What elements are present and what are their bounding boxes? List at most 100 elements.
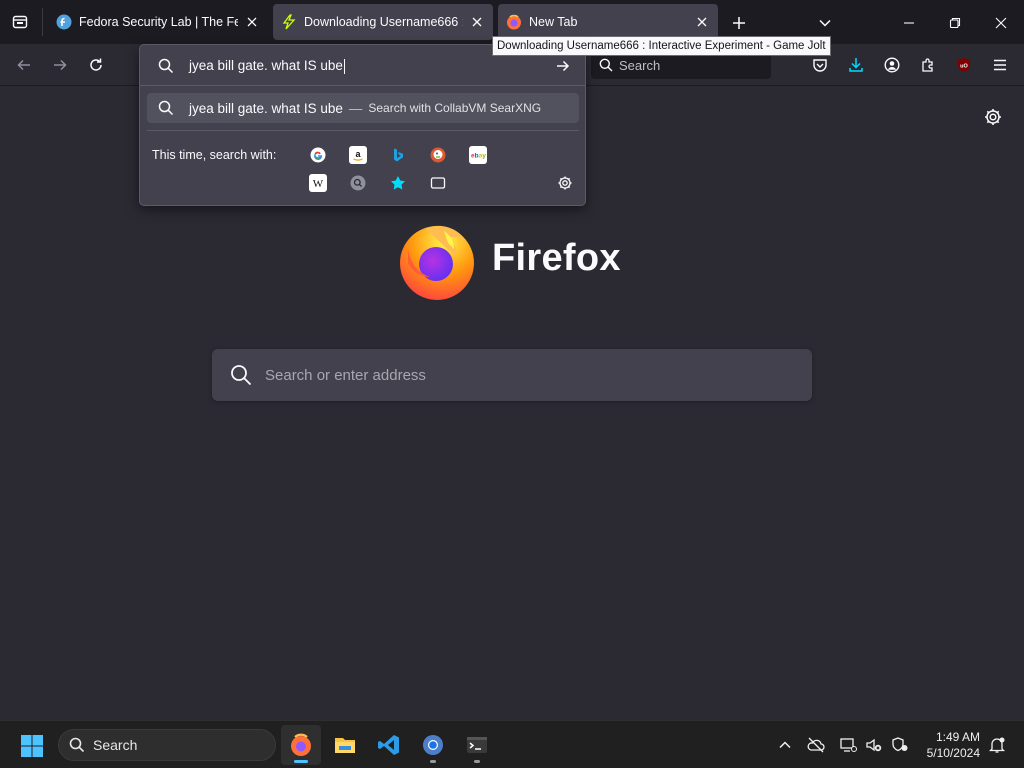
- tab-title: Downloading Username666 : In: [304, 15, 463, 29]
- reload-icon: [90, 58, 102, 71]
- restore-button[interactable]: [944, 12, 966, 34]
- svg-text:uO: uO: [960, 64, 968, 70]
- running-indicator: [294, 760, 308, 763]
- engine-google-button[interactable]: [309, 146, 327, 164]
- taskbar-search-label: Search: [93, 737, 138, 753]
- pocket-icon: [813, 59, 827, 72]
- close-window-button[interactable]: [990, 12, 1012, 34]
- back-arrow-icon: [17, 59, 30, 71]
- pocket-button[interactable]: [808, 53, 832, 77]
- taskbar-search-box[interactable]: Search: [58, 729, 276, 761]
- firefox-view-icon: [12, 15, 28, 29]
- chevron-up-icon: [779, 741, 791, 749]
- forward-button[interactable]: [48, 53, 72, 77]
- extensions-button[interactable]: [916, 53, 940, 77]
- gear-icon[interactable]: [983, 107, 1003, 127]
- account-icon: [884, 57, 900, 73]
- close-tab-icon[interactable]: [694, 14, 710, 30]
- divider: [140, 85, 585, 86]
- shield-icon: [892, 737, 908, 752]
- running-indicator: [430, 760, 436, 763]
- tab-separator: [42, 8, 43, 36]
- engine-searxng-button[interactable]: [349, 174, 367, 192]
- newtab-search-placeholder: Search or enter address: [265, 366, 426, 384]
- engine-duckduckgo-button[interactable]: [429, 146, 447, 164]
- download-icon: [849, 58, 863, 72]
- account-button[interactable]: [880, 53, 904, 77]
- suggestion-action: Search with CollabVM SearXNG: [368, 101, 542, 115]
- ublock-origin-button[interactable]: uO: [952, 53, 976, 77]
- divider: [147, 130, 579, 131]
- search-icon: [69, 737, 85, 753]
- close-icon: [995, 17, 1007, 29]
- svg-text:W: W: [313, 178, 324, 190]
- network-tray-icon[interactable]: [838, 735, 858, 755]
- tab-fedora[interactable]: Fedora Security Lab | The Fedora: [48, 4, 268, 40]
- newtab-search-box[interactable]: Search or enter address: [212, 349, 812, 401]
- list-all-tabs-button[interactable]: [814, 12, 836, 34]
- tab-new-tab[interactable]: New Tab: [498, 4, 718, 40]
- firefox-wordmark: Firefox: [492, 237, 621, 279]
- close-tab-icon[interactable]: [469, 14, 485, 30]
- windows-taskbar: Search 1:49 AM 5/10/2024: [0, 720, 1024, 768]
- minimize-button[interactable]: [898, 12, 920, 34]
- urlbar-dropdown: jyea bill gate. what IS ube jyea bill ga…: [139, 44, 586, 206]
- close-tab-icon[interactable]: [244, 14, 260, 30]
- volume-tray-icon[interactable]: [864, 735, 884, 755]
- search-bookmarks-button[interactable]: [389, 174, 407, 192]
- terminal-icon: [467, 737, 487, 753]
- toolbar-search-placeholder: Search: [619, 57, 661, 73]
- google-icon: [310, 147, 326, 163]
- minimize-icon: [904, 22, 914, 24]
- windows-start-icon[interactable]: [20, 734, 44, 758]
- go-button[interactable]: [554, 57, 572, 75]
- onedrive-tray-icon[interactable]: [806, 735, 826, 755]
- engine-amazon-button[interactable]: a: [349, 146, 367, 164]
- taskbar-vscode[interactable]: [369, 725, 409, 765]
- running-indicator: [474, 760, 480, 763]
- gear-icon: [558, 176, 572, 190]
- taskbar-firefox[interactable]: [281, 725, 321, 765]
- chevron-down-icon: [819, 19, 831, 27]
- app-menu-button[interactable]: [988, 53, 1012, 77]
- reload-button[interactable]: [84, 53, 108, 77]
- engine-wikipedia-button[interactable]: W: [309, 174, 327, 192]
- notifications-button[interactable]: [987, 735, 1007, 755]
- chrome-icon: [423, 735, 443, 755]
- engine-bing-button[interactable]: [389, 146, 407, 164]
- duckduckgo-icon: [430, 147, 446, 163]
- wikipedia-icon: W: [313, 178, 324, 190]
- firefox-icon: [507, 14, 521, 30]
- forward-arrow-icon: [54, 59, 67, 71]
- ebay-icon: ebay: [471, 153, 486, 160]
- search-tabs-button[interactable]: [429, 174, 447, 192]
- system-clock[interactable]: 1:49 AM 5/10/2024: [918, 729, 980, 761]
- notification-bell-icon: [988, 737, 1006, 753]
- arrow-right-icon: [557, 60, 570, 72]
- search-settings-button[interactable]: [556, 174, 574, 192]
- text-caret: [343, 58, 345, 74]
- new-tab-button[interactable]: [728, 12, 750, 34]
- taskbar-chrome[interactable]: [413, 725, 453, 765]
- tab-gamejolt[interactable]: Downloading Username666 : In: [273, 4, 493, 40]
- search-suggestion-row[interactable]: jyea bill gate. what IS ube — Search wit…: [147, 93, 579, 123]
- taskbar-terminal[interactable]: [457, 725, 497, 765]
- folder-icon: [335, 738, 355, 753]
- search-icon: [599, 58, 613, 72]
- tab-title: New Tab: [529, 15, 578, 29]
- back-button[interactable]: [12, 53, 36, 77]
- firefox-view-button[interactable]: [8, 10, 32, 34]
- search-icon: [231, 365, 252, 386]
- taskbar-file-explorer[interactable]: [325, 725, 365, 765]
- tab-tooltip: Downloading Username666 : Interactive Ex…: [492, 36, 831, 56]
- security-tray-icon[interactable]: [890, 735, 910, 755]
- svg-text:a: a: [355, 149, 361, 159]
- restore-icon: [949, 17, 961, 29]
- show-hidden-icons-button[interactable]: [775, 735, 795, 755]
- hamburger-menu-icon: [994, 59, 1006, 71]
- search-icon: [158, 100, 174, 116]
- downloads-button[interactable]: [844, 53, 868, 77]
- speaker-muted-icon: [866, 738, 882, 752]
- gamejolt-icon: [282, 14, 296, 30]
- engine-ebay-button[interactable]: ebay: [469, 146, 487, 164]
